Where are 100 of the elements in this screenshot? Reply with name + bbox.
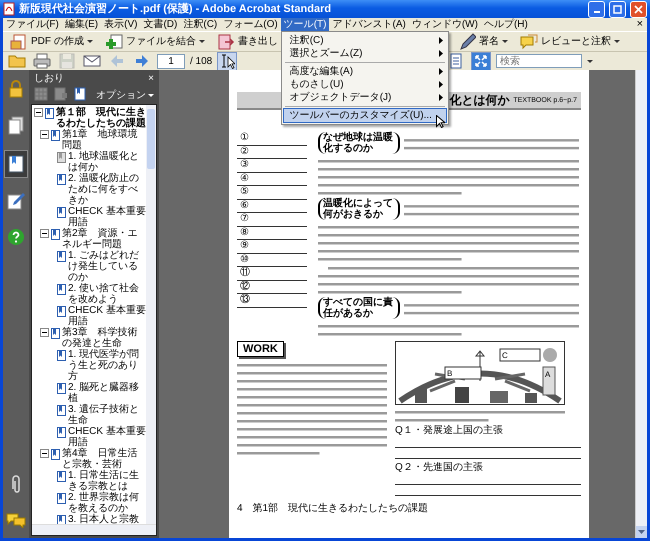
bookmark-page-icon bbox=[7, 154, 25, 174]
bookmark-item[interactable]: 第3章 科学技術の発達と生命 bbox=[62, 327, 146, 349]
figure-label: B bbox=[447, 369, 452, 378]
menu-item[interactable]: ツールバーのカスタマイズ(U)... bbox=[284, 109, 446, 122]
collapse-toggle-icon[interactable] bbox=[40, 229, 49, 238]
answer-blank: ⑤ bbox=[237, 186, 307, 200]
topic-heading: すべての国に責任があるか bbox=[318, 297, 400, 319]
topic-heading: 温暖化によって何がおきるか bbox=[318, 198, 400, 220]
answer-blank: ③ bbox=[237, 159, 307, 172]
vertical-scrollbar[interactable] bbox=[146, 105, 156, 524]
menu-item[interactable]: フォーム(O) bbox=[220, 18, 281, 31]
close-document-button[interactable]: × bbox=[632, 18, 647, 31]
options-button[interactable]: オプション bbox=[96, 88, 154, 102]
bookmark-item[interactable]: 2. 温暖化防止のために何をすべきか bbox=[68, 173, 146, 206]
menu-item[interactable]: 表示(V) bbox=[101, 18, 140, 31]
vertical-scrollbar[interactable] bbox=[635, 70, 647, 538]
bookmark-item[interactable]: 2. 世界宗教は何を教えるのか bbox=[68, 492, 146, 514]
caret-icon bbox=[614, 40, 620, 43]
bookmark-item[interactable]: 第4章 日常生活と宗教・芸術 bbox=[62, 448, 146, 470]
bookmark-add-icon bbox=[74, 86, 88, 100]
menu-item[interactable]: ツール(T) bbox=[280, 18, 330, 31]
close-icon bbox=[634, 4, 643, 14]
panel-title: しおり bbox=[34, 72, 64, 85]
menu-item[interactable]: ものさし(U) bbox=[284, 78, 446, 91]
search-field[interactable]: 検索 bbox=[496, 54, 582, 68]
toolbar-button[interactable]: PDF の作成 bbox=[7, 32, 96, 51]
bookmark-item[interactable]: 3. 日本人と宗教 bbox=[68, 514, 146, 524]
menu-item[interactable]: 高度な編集(A) bbox=[284, 65, 446, 78]
panel-tool-button[interactable] bbox=[74, 86, 88, 104]
caret-icon bbox=[86, 40, 93, 43]
horizontal-scrollbar[interactable] bbox=[32, 524, 156, 535]
collapse-toggle-icon[interactable] bbox=[40, 328, 49, 337]
bookmark-item[interactable]: CHECK 基本重要用語 bbox=[68, 305, 146, 327]
answer-blank: ⑥ bbox=[237, 200, 307, 213]
toolbar-button[interactable]: レビューと注釈 bbox=[517, 32, 623, 51]
menu-item[interactable]: 文書(D) bbox=[140, 18, 180, 31]
answer-blank: ⑨ bbox=[237, 240, 307, 254]
page-number-field[interactable]: 1 bbox=[157, 54, 185, 68]
close-panel-button[interactable]: × bbox=[148, 72, 154, 84]
answer-blank: ⑦ bbox=[237, 213, 307, 226]
work-heading: WORK bbox=[237, 341, 284, 357]
answer-blank: ⑪ bbox=[237, 267, 307, 280]
menu-item[interactable]: アドバンスト(A) bbox=[329, 18, 409, 31]
bookmark-item[interactable]: 2. 使い捨て社会を改めよう bbox=[68, 283, 146, 305]
pen-icon bbox=[458, 32, 476, 50]
mouse-pointer-icon bbox=[436, 115, 445, 128]
toolbar-button[interactable]: 署名 bbox=[455, 32, 511, 51]
select-tool-button[interactable] bbox=[217, 52, 238, 70]
document-icon bbox=[3, 2, 15, 16]
menu-item[interactable]: 選択とズーム(Z) bbox=[284, 47, 446, 60]
bookmark-item[interactable]: 第2章 資源・エネルギー問題 bbox=[62, 228, 146, 250]
question-text: Q１・発展途上国の主張 bbox=[395, 425, 504, 437]
answer-blank: ⑬ bbox=[237, 294, 307, 308]
bookmark-item[interactable]: CHECK 基本重要用語 bbox=[68, 426, 146, 448]
document-arrow-icon bbox=[216, 34, 235, 50]
menu-item[interactable]: 注釈(C) bbox=[180, 18, 220, 31]
menu-item[interactable]: 編集(E) bbox=[62, 18, 102, 31]
left-arrow-icon bbox=[109, 53, 125, 69]
menu-item[interactable]: オブジェクトデータ(J) bbox=[284, 91, 446, 104]
printer-button[interactable] bbox=[32, 52, 52, 70]
menu-item[interactable]: ファイル(F) bbox=[3, 18, 62, 31]
answer-blank: ① bbox=[237, 132, 307, 146]
menu-item[interactable]: ウィンドウ(W) bbox=[408, 18, 481, 31]
page-tag-icon bbox=[54, 86, 68, 100]
caret-icon bbox=[502, 40, 508, 43]
close-button[interactable] bbox=[630, 0, 647, 18]
figure-label: A bbox=[545, 370, 550, 379]
answer-blank: ② bbox=[237, 146, 307, 159]
maximize-icon bbox=[613, 4, 622, 14]
bookmark-item[interactable]: 1. ごみはどれだけ発生しているのか bbox=[68, 250, 146, 283]
bookmark-item[interactable]: 3. 遺伝子技術と生命 bbox=[68, 404, 146, 426]
collapse-toggle-icon[interactable] bbox=[40, 130, 49, 139]
answer-blank: ⑩ bbox=[237, 254, 307, 267]
section-title: 化とは何か bbox=[449, 92, 510, 108]
figure-label: C bbox=[502, 351, 508, 360]
caret-icon bbox=[198, 40, 205, 43]
bookmark-item[interactable]: 1. 現代医学が問う生と死のあり方 bbox=[68, 349, 146, 382]
minimize-button[interactable] bbox=[588, 0, 605, 18]
collapse-toggle-icon[interactable] bbox=[34, 108, 43, 117]
bookmark-item[interactable]: 1. 日常生活に生きる宗教とは bbox=[68, 470, 146, 492]
right-arrow-icon bbox=[134, 53, 150, 69]
collapse-toggle-icon[interactable] bbox=[40, 449, 49, 458]
bookmark-item[interactable]: CHECK 基本重要用語 bbox=[68, 206, 146, 228]
bookmark-item[interactable]: 1. 地球温暖化とは何か bbox=[68, 151, 146, 173]
pen-on-paper-icon bbox=[7, 192, 25, 210]
envelope-icon bbox=[83, 54, 101, 68]
caret-icon bbox=[148, 94, 154, 96]
panel-button[interactable] bbox=[4, 150, 28, 178]
maximize-button[interactable] bbox=[609, 0, 626, 18]
toolbar-button[interactable]: ファイルを結合 bbox=[102, 32, 208, 51]
bookmark-item[interactable]: 第1章 地球環境問題 bbox=[62, 129, 146, 151]
topic-heading: なぜ地球は温暖化するのか bbox=[318, 132, 400, 154]
full-screen-button[interactable] bbox=[471, 52, 491, 70]
bookmark-item[interactable]: 2. 脳死と臓器移植 bbox=[68, 382, 146, 404]
padlock-icon bbox=[7, 80, 25, 98]
page-footer: 4 第1部 現代に生きるわたしたちの課題 bbox=[237, 501, 581, 515]
plus-document-icon bbox=[104, 34, 123, 50]
bookmark-item[interactable]: 第１部 現代に生きるわたしたちの課題 bbox=[56, 107, 146, 129]
scroll-down-arrow-icon bbox=[638, 530, 645, 534]
menu-item[interactable]: ヘルプ(H) bbox=[480, 18, 531, 31]
